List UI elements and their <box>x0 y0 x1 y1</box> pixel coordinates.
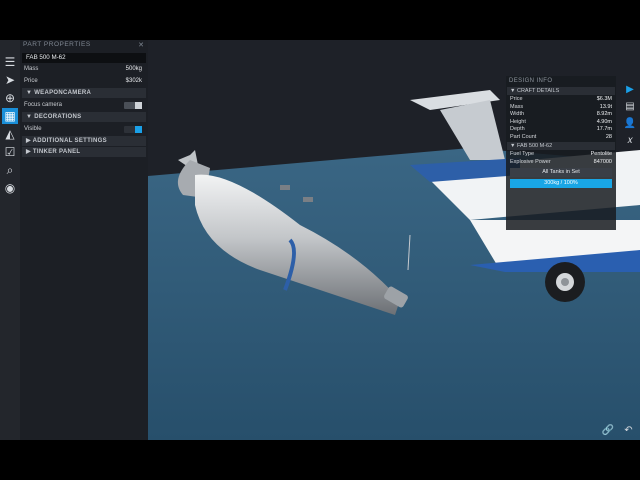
mass-value: 500kg <box>125 66 142 72</box>
close-icon[interactable]: ✕ <box>138 41 144 49</box>
explosive-power-row: Explosive Power 847000 <box>506 159 616 167</box>
price-label: Price <box>24 78 38 84</box>
craft-row-height: Height 4.90m <box>506 119 616 127</box>
play-icon[interactable]: ▶ <box>623 83 637 97</box>
checklist-icon[interactable]: ☑ <box>2 144 18 160</box>
faded-row <box>506 190 616 197</box>
weaponcamera-section[interactable]: ▼ WEAPONCAMERA <box>22 88 146 98</box>
part-properties-panel: PART PROPERTIES ✕ FAB 500 M-62 Mass 500k… <box>20 40 148 440</box>
eye-icon[interactable]: ◉ <box>2 180 18 196</box>
fuel-bar[interactable]: 300kg / 100% <box>510 179 612 188</box>
depth-value: 17.7m <box>596 126 612 132</box>
fuel-type-value: Pentolite <box>590 151 612 157</box>
height-value: 4.90m <box>596 118 612 125</box>
cursor-icon[interactable]: ➤ <box>2 72 18 88</box>
right-toolbar: ▶ ▤ 👤 𝑥 <box>622 80 638 151</box>
mass-value: 13.9t <box>599 103 612 110</box>
craft-row-mass: Mass 13.9t <box>506 104 616 112</box>
mass-label: Mass <box>510 103 524 110</box>
symmetry-icon[interactable]: ◭ <box>2 126 18 142</box>
tinker-panel-section[interactable]: ▶ TINKER PANEL <box>22 147 146 157</box>
fuel-type-label: Fuel Type <box>510 151 535 157</box>
mass-row: Mass 500kg <box>20 63 148 75</box>
panel-title: PART PROPERTIES <box>23 41 91 48</box>
craft-details-section[interactable]: ▼ CRAFT DETAILS <box>507 87 615 95</box>
visible-row: Visible <box>20 123 148 135</box>
faded-row <box>506 197 616 204</box>
craft-row-part-count: Part Count 28 <box>506 134 616 142</box>
craft-row-width: Width 8.92m <box>506 111 616 119</box>
design-info-panel: DESIGN INFO ▼ CRAFT DETAILS Price $6.3M M… <box>506 76 616 230</box>
all-tanks-button[interactable]: All Tanks in Set <box>510 168 612 177</box>
price-label: Price <box>510 96 523 102</box>
craft-details-label: CRAFT DETAILS <box>516 88 560 94</box>
width-value: 8.92m <box>596 111 612 117</box>
additional-settings-section[interactable]: ▶ ADDITIONAL SETTINGS <box>22 136 146 146</box>
price-row: Price $302k <box>20 75 148 87</box>
craft-row-depth: Depth 17.7m <box>506 126 616 134</box>
tinker-panel-label: TINKER PANEL <box>32 149 81 155</box>
person-icon[interactable]: 👤 <box>623 117 637 131</box>
decorations-section-label: DECORATIONS <box>34 114 82 120</box>
price-value: $6.3M <box>596 96 612 102</box>
fx-icon[interactable]: 𝑥 <box>623 134 637 148</box>
focus-camera-row: Focus camera <box>20 99 148 111</box>
additional-settings-label: ADDITIONAL SETTINGS <box>32 138 107 144</box>
part-info-label: FAB 500 M-62 <box>516 143 553 149</box>
part-count-value: 28 <box>605 133 612 140</box>
link-icon[interactable]: 🔗 <box>601 424 615 438</box>
list-icon[interactable]: ▤ <box>623 100 637 114</box>
undo-icon[interactable]: ↶ <box>621 424 635 438</box>
left-toolbar: ☰ ➤ ⊕ ▦ ◭ ☑ ⌕ ◉ <box>0 40 20 440</box>
top-bar <box>0 0 640 40</box>
bottom-bar <box>0 440 640 480</box>
part-name-field[interactable]: FAB 500 M-62 <box>22 53 146 63</box>
explosive-power-value: 847000 <box>593 158 612 165</box>
depth-label: Depth <box>510 126 525 132</box>
grid-icon[interactable]: ▦ <box>2 108 18 124</box>
explosive-power-label: Explosive Power <box>510 158 551 165</box>
focus-camera-toggle[interactable] <box>124 102 142 109</box>
bottom-right-tools: 🔗 ↶ <box>600 420 636 441</box>
height-label: Height <box>510 118 526 125</box>
menu-icon[interactable]: ☰ <box>2 54 18 70</box>
visible-label: Visible <box>24 126 42 132</box>
search-icon[interactable]: ⌕ <box>2 162 18 178</box>
fuel-type-row: Fuel Type Pentolite <box>506 151 616 159</box>
design-info-title: DESIGN INFO <box>509 78 553 84</box>
mass-label: Mass <box>24 66 39 72</box>
focus-camera-label: Focus camera <box>24 102 63 108</box>
add-part-icon[interactable]: ⊕ <box>2 90 18 106</box>
weaponcamera-section-label: WEAPONCAMERA <box>34 90 92 96</box>
craft-row-price: Price $6.3M <box>506 96 616 104</box>
part-info-section[interactable]: ▼ FAB 500 M-62 <box>507 142 615 150</box>
decorations-section[interactable]: ▼ DECORATIONS <box>22 112 146 122</box>
visible-toggle[interactable] <box>124 126 142 133</box>
part-count-label: Part Count <box>510 133 537 140</box>
price-value: $302k <box>125 78 142 84</box>
width-label: Width <box>510 111 525 117</box>
